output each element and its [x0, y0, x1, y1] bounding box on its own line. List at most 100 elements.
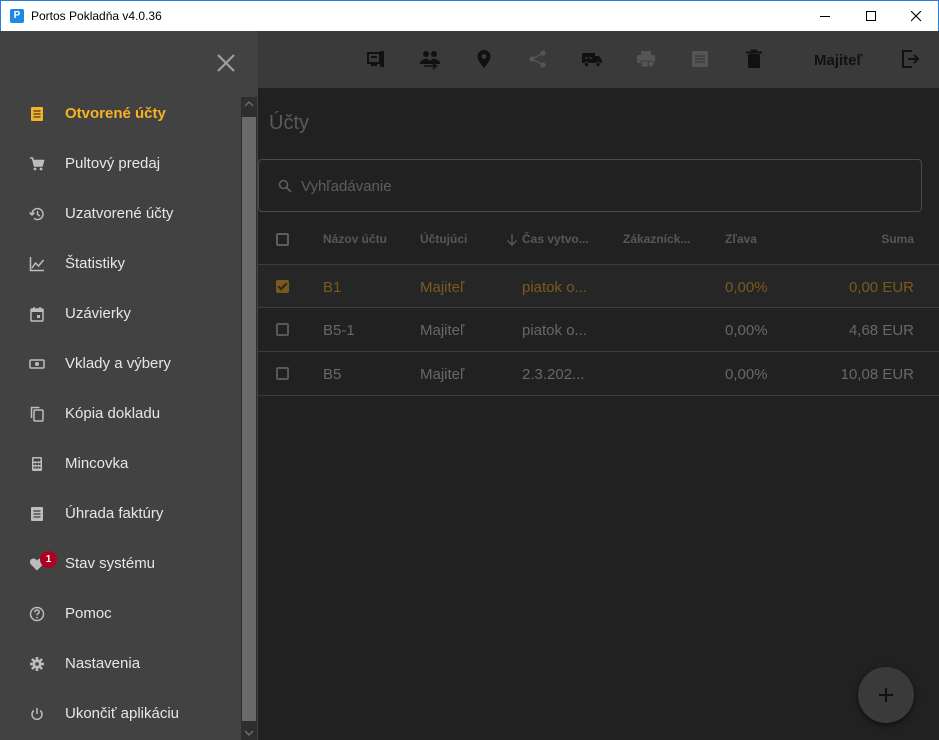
- receipt-icon: [692, 51, 708, 67]
- search-icon: [278, 179, 292, 193]
- receipt-button[interactable]: [689, 48, 711, 70]
- drawer-close-button[interactable]: [214, 51, 238, 75]
- row-checkbox[interactable]: [276, 323, 289, 336]
- delivery-truck-icon: [582, 53, 602, 68]
- menu-item-label: Uzatvorené účty: [65, 205, 174, 222]
- cell-user: Majiteľ: [420, 279, 465, 296]
- menu-item-closures[interactable]: Uzávierky: [0, 289, 240, 339]
- search-input[interactable]: [301, 176, 901, 196]
- select-all-checkbox[interactable]: [276, 233, 289, 246]
- cell-discount: 0,00%: [725, 322, 768, 339]
- share-icon: [529, 50, 546, 68]
- history-icon: [29, 207, 44, 221]
- maximize-icon: [866, 11, 876, 21]
- drawer-scrollbar[interactable]: [241, 97, 257, 740]
- cell-created: piatok o...: [522, 279, 588, 296]
- column-header-sum[interactable]: Suma: [881, 232, 914, 246]
- receipt-icon: [31, 107, 43, 121]
- customers-button[interactable]: [419, 48, 441, 70]
- table-row[interactable]: B5-1 Majiteľ piatok o... 0,00% 4,68 EUR: [258, 308, 939, 352]
- menu-item-label: Uzávierky: [65, 305, 131, 322]
- arrow-down-icon: [244, 730, 254, 737]
- delivery-button[interactable]: [581, 48, 603, 70]
- location-pin-icon: [477, 50, 491, 68]
- calendar-icon: [30, 307, 44, 322]
- cell-name: B5: [323, 366, 342, 383]
- menu-item-help[interactable]: Pomoc: [0, 589, 240, 639]
- help-icon: [29, 606, 45, 622]
- menu-item-deposits-withdrawals[interactable]: Vklady a výbery: [0, 339, 240, 389]
- cell-user: Majiteľ: [420, 322, 465, 339]
- menu-item-label: Úhrada faktúry: [65, 505, 164, 522]
- customers-icon: [420, 51, 440, 70]
- table-row[interactable]: B5 Majiteľ 2.3.202... 0,00% 10,08 EUR: [258, 352, 939, 396]
- cash-icon: [29, 359, 45, 369]
- menu-item-invoice-payment[interactable]: Úhrada faktúry: [0, 489, 240, 539]
- menu-item-closed-accounts[interactable]: Uzatvorené účty: [0, 189, 240, 239]
- cart-icon: [30, 157, 45, 171]
- close-icon: [911, 11, 922, 22]
- cell-created: piatok o...: [522, 322, 588, 339]
- menu-item-label: Vklady a výbery: [65, 355, 171, 372]
- add-account-button[interactable]: [858, 667, 914, 723]
- printer-icon: [637, 51, 655, 68]
- menu-item-label: Pultový predaj: [65, 155, 161, 172]
- column-header-created[interactable]: Čas vytvo...: [522, 232, 589, 246]
- menu-item-settings[interactable]: Nastavenia: [0, 639, 240, 689]
- plus-icon: [879, 688, 893, 702]
- sort-arrow-down-icon: [507, 234, 517, 246]
- share-button[interactable]: [527, 48, 549, 70]
- menu-item-open-accounts[interactable]: Otvorené účty: [0, 89, 240, 139]
- cell-name: B5-1: [323, 322, 355, 339]
- window-titlebar: P Portos Pokladňa v4.0.36: [0, 0, 939, 31]
- delete-button[interactable]: [743, 48, 765, 70]
- scroll-up-button[interactable]: [241, 97, 257, 113]
- line-chart-icon: [29, 257, 45, 272]
- arrow-up-icon: [244, 100, 254, 107]
- cell-discount: 0,00%: [725, 279, 768, 296]
- cell-name: B1: [323, 279, 342, 296]
- minimize-button[interactable]: [802, 1, 848, 31]
- notification-badge: 1: [40, 551, 57, 568]
- scroll-down-button[interactable]: [241, 724, 257, 740]
- logout-button[interactable]: [899, 48, 921, 70]
- cell-sum: 10,08 EUR: [840, 366, 914, 383]
- navigation-drawer: Otvorené účty Pultový predaj Uzatvorené …: [0, 31, 258, 740]
- menu-item-receipt-copy[interactable]: Kópia dokladu: [0, 389, 240, 439]
- maximize-button[interactable]: [848, 1, 894, 31]
- cell-user: Majiteľ: [420, 366, 465, 383]
- menu-item-system-status[interactable]: 1 Stav systému: [0, 539, 240, 589]
- menu-item-label: Nastavenia: [65, 655, 141, 672]
- pos-terminal-button[interactable]: [365, 48, 387, 70]
- column-header-user[interactable]: Účtujúci: [420, 232, 467, 246]
- copy-icon: [30, 406, 44, 422]
- menu-item-statistics[interactable]: Štatistiky: [0, 239, 240, 289]
- menu-item-label: Pomoc: [65, 605, 112, 622]
- menu-item-label: Kópia dokladu: [65, 405, 161, 422]
- close-icon: [217, 54, 235, 72]
- current-user-label[interactable]: Majiteľ: [814, 52, 862, 69]
- menu-item-counter-sale[interactable]: Pultový predaj: [0, 139, 240, 189]
- search-box[interactable]: [258, 159, 922, 212]
- table-row[interactable]: B1 Majiteľ piatok o... 0,00% 0,00 EUR: [258, 264, 939, 308]
- location-button[interactable]: [473, 48, 495, 70]
- main-content: Účty Názov účtu Účtujúci Čas vytvo... Zá…: [258, 88, 939, 740]
- menu-item-label: Ukončiť aplikáciu: [65, 705, 180, 722]
- row-checkbox[interactable]: [276, 280, 289, 293]
- window-title: Portos Pokladňa v4.0.36: [31, 9, 162, 23]
- invoice-icon: [31, 507, 43, 521]
- column-header-customer[interactable]: Zákazníck...: [623, 232, 690, 246]
- gear-icon: [30, 657, 44, 671]
- print-button[interactable]: [635, 48, 657, 70]
- column-header-discount[interactable]: Zľava: [725, 232, 757, 246]
- menu-item-coin-counter[interactable]: Mincovka: [0, 439, 240, 489]
- close-window-button[interactable]: [893, 1, 939, 31]
- cell-sum: 4,68 EUR: [848, 322, 914, 339]
- column-header-name[interactable]: Názov účtu: [323, 232, 387, 246]
- scroll-thumb[interactable]: [242, 117, 256, 721]
- menu-item-label: Mincovka: [65, 455, 129, 472]
- row-checkbox[interactable]: [276, 367, 289, 380]
- menu-item-exit-app[interactable]: Ukončiť aplikáciu: [0, 689, 240, 739]
- cell-sum: 0,00 EUR: [848, 279, 914, 296]
- pos-terminal-icon: [367, 51, 384, 67]
